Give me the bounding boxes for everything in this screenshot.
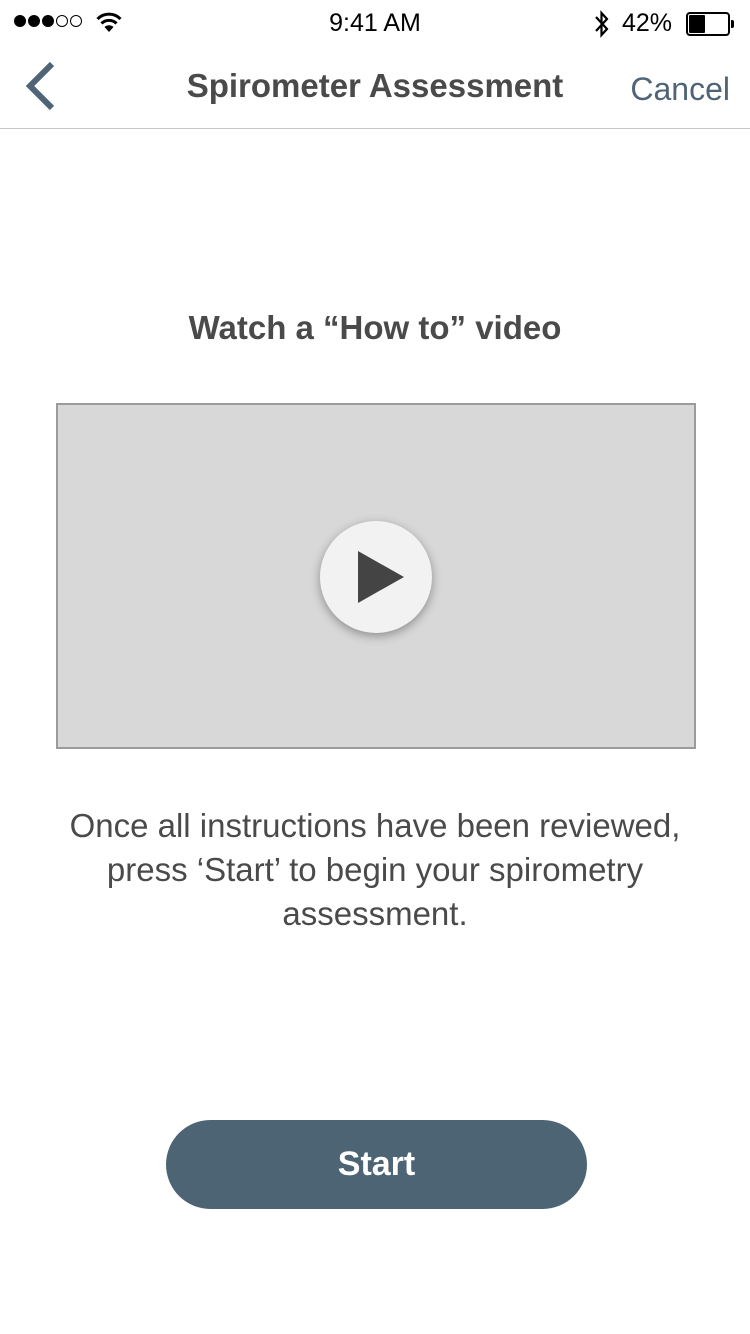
cancel-button[interactable]: Cancel <box>630 71 730 108</box>
play-button[interactable] <box>320 521 432 633</box>
start-button[interactable]: Start <box>166 1120 587 1209</box>
video-player[interactable] <box>56 403 696 749</box>
instructions-text: Once all instructions have been reviewed… <box>69 807 681 932</box>
bluetooth-icon <box>595 10 609 38</box>
battery-icon <box>686 12 734 36</box>
play-icon <box>358 551 404 603</box>
navigation-bar: Spirometer Assessment Cancel <box>0 44 750 129</box>
status-bar: 9:41 AM 42% <box>0 0 750 44</box>
video-heading: Watch a “How to” video <box>188 309 562 346</box>
battery-percent: 42% <box>622 9 673 37</box>
